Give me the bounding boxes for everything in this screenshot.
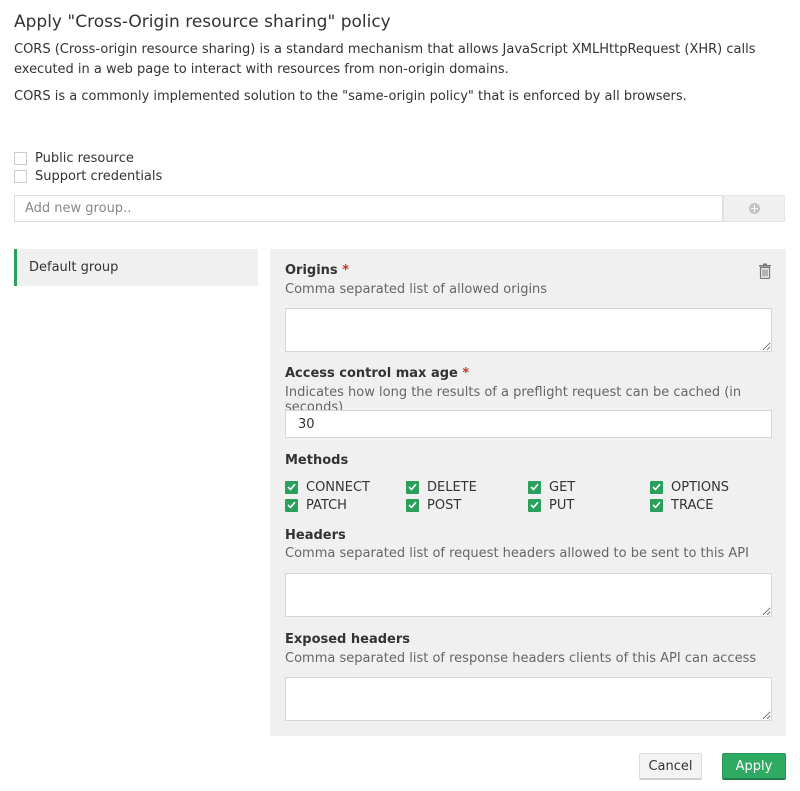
origins-label: Origins * (285, 263, 349, 278)
method-checkbox-patch[interactable]: PATCH (285, 497, 347, 513)
method-label: OPTIONS (671, 479, 730, 495)
max-age-label-text: Access control max age (285, 366, 458, 381)
checkmark-icon[interactable] (650, 480, 663, 494)
max-age-label: Access control max age * (285, 366, 469, 381)
checkmark-icon[interactable] (650, 498, 663, 512)
checkmark-icon[interactable] (406, 498, 419, 512)
checkmark-icon[interactable] (528, 480, 541, 494)
headers-label: Headers (285, 528, 346, 543)
max-age-required-mark: * (462, 366, 470, 381)
exposed-headers-textarea[interactable] (285, 677, 772, 721)
method-label: GET (549, 479, 576, 495)
support-credentials-label: Support credentials (35, 168, 163, 184)
method-label: TRACE (671, 497, 714, 513)
methods-label: Methods (285, 453, 349, 468)
method-label: POST (427, 497, 462, 513)
origins-help: Comma separated list of allowed origins (285, 282, 548, 297)
method-label: DELETE (427, 479, 477, 495)
public-resource-box[interactable] (14, 151, 27, 165)
checkmark-icon[interactable] (285, 498, 298, 512)
support-credentials-box[interactable] (14, 169, 27, 183)
method-label: PUT (549, 497, 575, 513)
origins-required-mark: * (342, 263, 350, 278)
method-label: CONNECT (306, 479, 370, 495)
checkmark-icon[interactable] (528, 498, 541, 512)
same-origin-description: CORS is a commonly implemented solution … (14, 89, 687, 104)
cors-description: CORS (Cross-origin resource sharing) is … (14, 42, 756, 77)
checkmark-icon[interactable] (285, 480, 298, 494)
support-credentials-checkbox[interactable]: Support credentials (14, 167, 162, 185)
headers-help: Comma separated list of request headers … (285, 546, 749, 561)
group-config-panel: Origins * Comma separated list of allowe… (270, 249, 786, 736)
group-tab-label: Default group (29, 260, 119, 275)
origins-label-text: Origins (285, 263, 338, 278)
method-checkbox-delete[interactable]: DELETE (406, 479, 477, 495)
checkmark-icon[interactable] (406, 480, 419, 494)
method-checkbox-options[interactable]: OPTIONS (650, 479, 729, 495)
origins-textarea[interactable] (285, 308, 772, 352)
headers-textarea[interactable] (285, 573, 772, 617)
method-checkbox-post[interactable]: POST (406, 497, 461, 513)
plus-circle-icon (748, 203, 760, 214)
method-label: PATCH (306, 497, 347, 513)
method-checkbox-put[interactable]: PUT (528, 497, 574, 513)
group-tab-default[interactable]: Default group (14, 249, 258, 286)
method-checkbox-trace[interactable]: TRACE (650, 497, 713, 513)
method-checkbox-get[interactable]: GET (528, 479, 575, 495)
add-group-input[interactable] (14, 195, 723, 222)
add-group-button[interactable] (723, 195, 785, 222)
exposed-headers-help: Comma separated list of response headers… (285, 651, 757, 666)
exposed-headers-label: Exposed headers (285, 632, 411, 647)
public-resource-label: Public resource (35, 150, 134, 166)
apply-button[interactable]: Apply (722, 753, 786, 780)
max-age-input[interactable] (285, 410, 772, 438)
public-resource-checkbox[interactable]: Public resource (14, 149, 134, 167)
method-checkbox-connect[interactable]: CONNECT (285, 479, 370, 495)
cancel-button[interactable]: Cancel (639, 753, 702, 780)
trash-icon[interactable] (758, 263, 772, 279)
dialog-title: Apply "Cross-Origin resource sharing" po… (14, 12, 391, 32)
